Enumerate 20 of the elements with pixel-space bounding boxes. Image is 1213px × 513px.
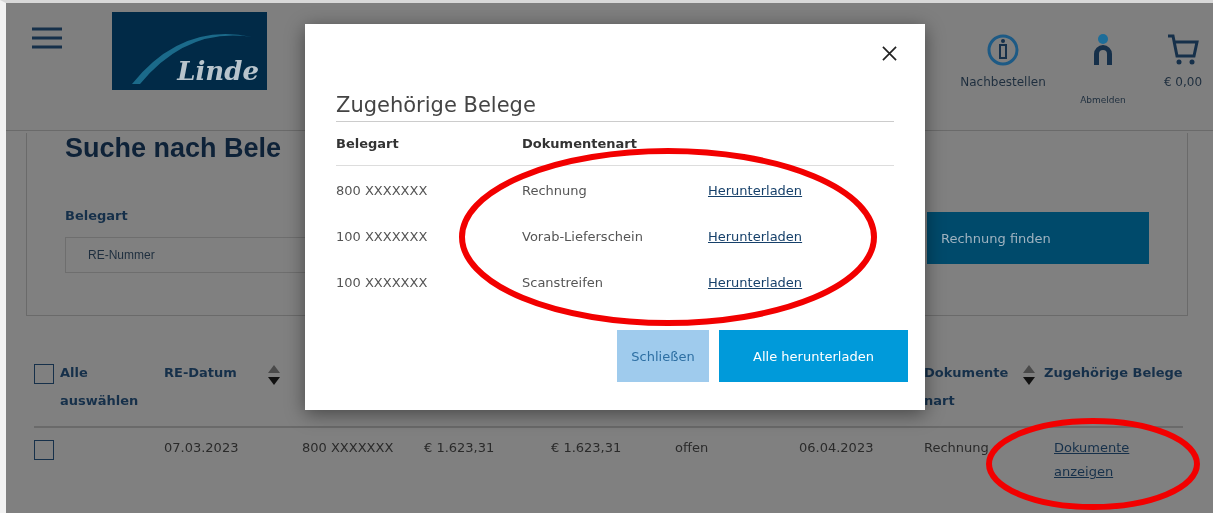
table-cell-text: Scanstreifen <box>522 275 604 292</box>
field-label: Belegart <box>65 208 129 223</box>
table-cell-text: € 1.623,31 <box>424 440 496 455</box>
table-cell-text: € 1.623,31 <box>551 440 623 455</box>
dialog-title: Zugehörige Belege <box>336 93 894 122</box>
table-cell-text: 07.03.2023 <box>164 440 240 455</box>
logo-text: Linde <box>177 56 259 86</box>
table-cell-text: 100 XXXXXXX <box>336 229 429 246</box>
table-cell-text: Rechnung <box>924 440 990 455</box>
table-cell-text: 800 XXXXXXX <box>302 440 395 455</box>
column-header: Belegart <box>336 136 400 151</box>
page-heading: Suche nach Bele <box>65 133 282 164</box>
column-header: Dokumentenart <box>522 136 638 151</box>
table-cell-text: 100 XXXXXXX <box>336 275 429 292</box>
table-cell-text: 800 XXXXXXX <box>336 183 429 200</box>
table-cell-text: 06.04.2023 <box>799 440 875 455</box>
table-cell-text: offen <box>675 440 710 455</box>
column-header: Dokumente nart <box>924 364 1009 410</box>
table-cell-text: Vorab-Lieferschein <box>522 229 644 246</box>
table-cell-text: Rechnung <box>522 183 588 200</box>
